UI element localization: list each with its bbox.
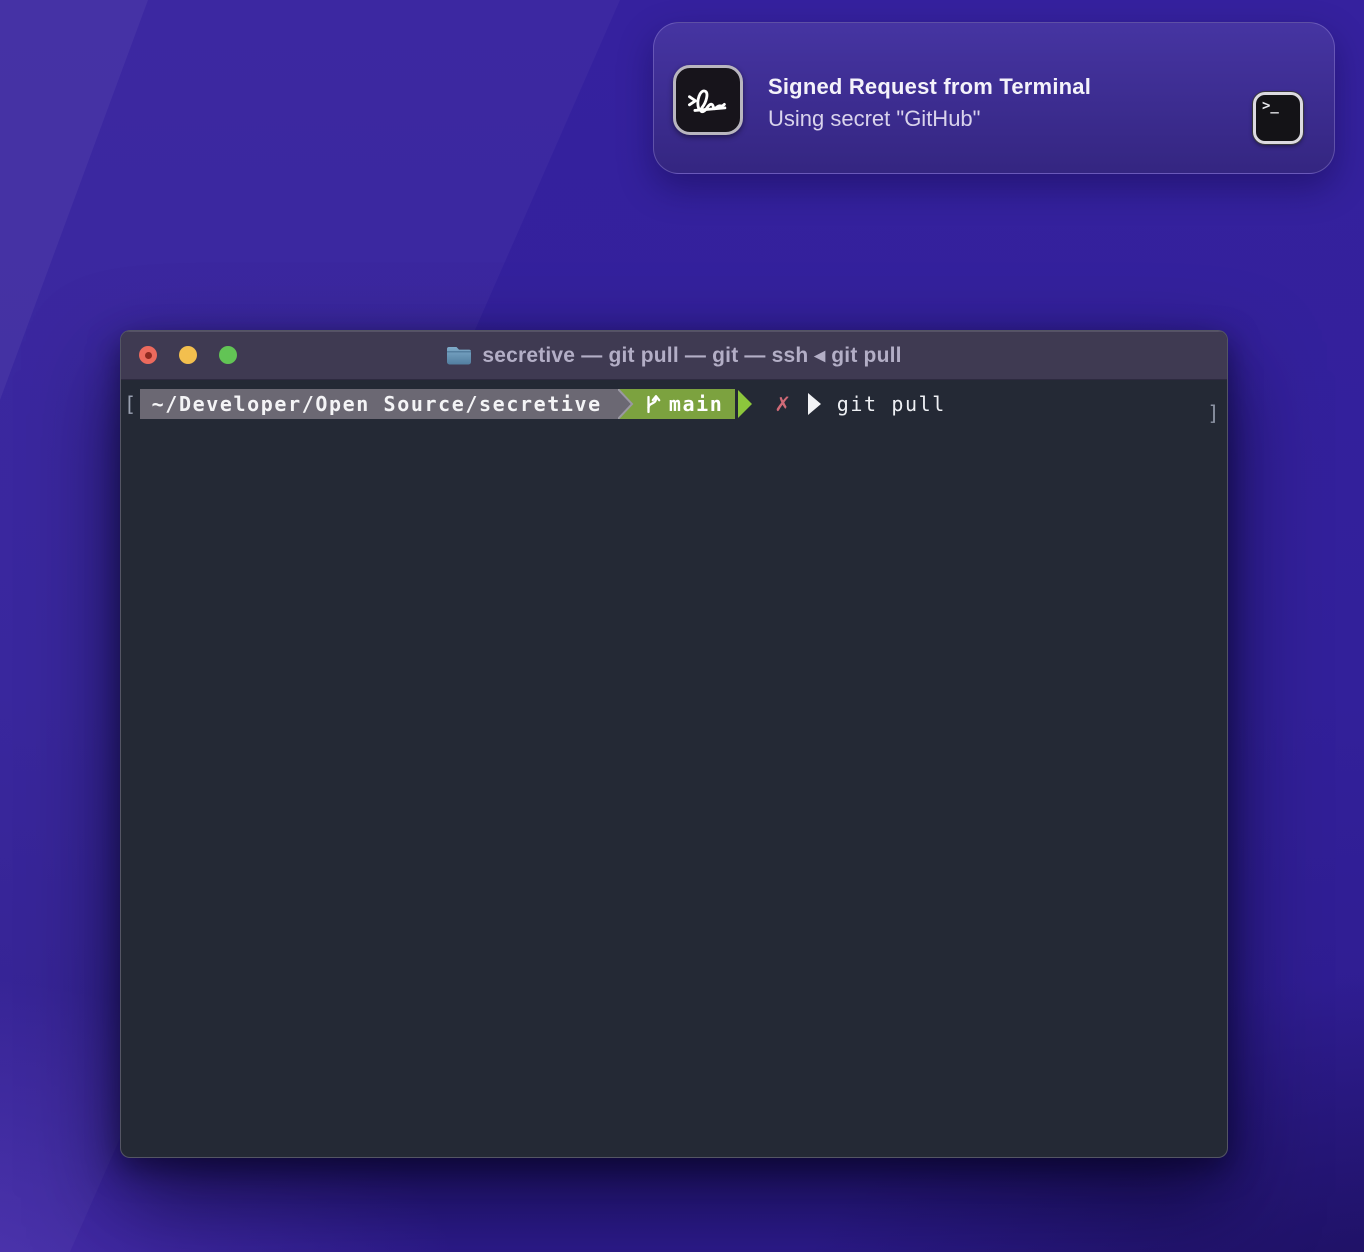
terminal-content[interactable]: [ ~/Developer/Open Source/secretive main: [121, 380, 1227, 1156]
title-wrap: secretive — git pull — git — ssh ◂ git p…: [121, 343, 1227, 368]
minimize-button[interactable]: [179, 346, 197, 364]
terminal-window: secretive — git pull — git — ssh ◂ git p…: [120, 330, 1228, 1158]
powerline-arrow-icon: [738, 389, 756, 419]
secretive-app-icon: [673, 65, 743, 135]
traffic-lights: [139, 331, 237, 379]
folder-icon: [446, 344, 472, 366]
window-title: secretive — git pull — git — ssh ◂ git p…: [482, 343, 901, 368]
prompt-right-bracket: ]: [1207, 398, 1221, 428]
close-button[interactable]: [139, 346, 157, 364]
terminal-icon: >_: [1253, 92, 1303, 144]
prompt-row: [ ~/Developer/Open Source/secretive main: [121, 389, 1227, 419]
prompt-branch-segment: main: [638, 389, 736, 419]
branch-name: main: [669, 392, 724, 416]
powerline-separator-icon: [618, 389, 638, 419]
notification-subtitle: Using secret "GitHub": [768, 103, 1091, 135]
zoom-button[interactable]: [219, 346, 237, 364]
prompt-path-segment: ~/Developer/Open Source/secretive: [140, 389, 618, 419]
git-branch-icon: [644, 392, 661, 416]
git-dirty-status: ✗: [774, 392, 792, 416]
titlebar[interactable]: secretive — git pull — git — ssh ◂ git p…: [121, 331, 1227, 380]
notification-title: Signed Request from Terminal: [768, 71, 1091, 103]
command-text: git pull: [837, 392, 946, 416]
notification-banner[interactable]: Signed Request from Terminal Using secre…: [653, 22, 1335, 174]
prompt-arrow-icon: [808, 393, 821, 415]
prompt-left-bracket: [: [124, 392, 138, 416]
notification-text: Signed Request from Terminal Using secre…: [768, 71, 1091, 135]
terminal-icon-glyph: >_: [1262, 98, 1279, 114]
signature-icon: [684, 76, 732, 124]
